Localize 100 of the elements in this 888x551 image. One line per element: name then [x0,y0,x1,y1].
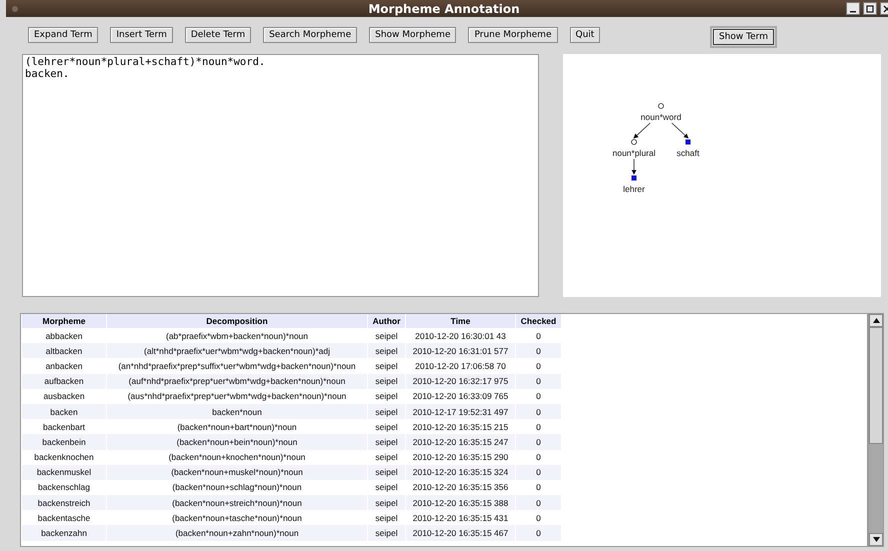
editor-line: (lehrer*noun*plural+schaft)*noun*word. [25,56,266,68]
table-cell-text: 0 [535,481,542,494]
toolbar-button[interactable]: Expand Term [28,26,98,42]
table-cell-text: 0 [535,390,542,404]
window-title: Morpheme Annotation [368,2,520,16]
table-cell: 0 [516,343,561,358]
table-cell-text: 2010-12-20 16:35:15 215 [412,420,510,434]
table-cell-text: 2010-12-20 16:35:15 431 [412,512,510,525]
table-cell: (backen*noun+streich*noun)*noun [107,495,367,510]
node-label: noun*plural [612,148,656,158]
toolbar-button[interactable]: Insert Term [110,26,173,42]
table-cell-text: (an*nhd*praefix*prep*suffix*uer*wbm*wdg+backen*noun)*noun [117,360,357,373]
table-cell-text: 0 [535,360,542,373]
table-cell: 0 [516,525,561,541]
table-cell: 2010-12-20 16:35:15 324 [406,464,515,480]
table-cell: seipel [368,343,405,358]
table-cell-text: 0 [535,330,542,343]
table-cell: aufbacken [22,374,106,389]
table-cell-text: 0 [535,512,542,525]
leaf-node [686,140,690,144]
toolbar-button[interactable]: Delete Term [184,26,252,42]
text-editor[interactable]: (lehrer*noun*plural+schaft)*noun*word. backen. [22,54,539,297]
table-cell-text: abbacken [44,330,84,343]
table-cell: backenbein [22,434,106,450]
scroll-up-icon[interactable] [869,314,883,327]
table-cell: (auf*nhd*praefix*prep*uer*wbm*wdg+backen*noun)*noun [107,374,367,389]
table-cell-text: 2010-12-20 16:30:01 43 [414,330,507,343]
table-cell: 0 [516,495,561,510]
table-cell-text: (backen*noun+tasche*noun)*noun [171,512,303,525]
editor-line: backen. [25,68,70,80]
node-label: noun*word [640,112,682,122]
table-cell-text: 0 [535,420,542,434]
table-cell-text: seipel [374,360,399,373]
table-cell: backenmuskel [22,464,106,480]
table-cell: (backen*noun+muskel*noun)*noun [107,464,367,480]
table-cell-text: (aus*nhd*praefix*prep*uer*wbm*wdg+backen*noun)*noun [126,390,348,404]
scrollbar[interactable] [868,313,884,547]
toolbar-button[interactable]: Quit [570,26,600,42]
table-cell: 2010-12-20 16:35:15 247 [406,434,515,450]
minimize-icon[interactable] [846,2,860,15]
table-cell-text: seipel [374,390,399,404]
tree-edge [632,158,636,175]
toolbar-button[interactable]: Prune Morpheme [468,26,558,42]
leaf-node [632,176,636,180]
table-cell-text: anbacken [44,360,84,373]
table-cell: 0 [516,404,561,420]
table-cell-text: backenschlag [37,481,91,494]
table-cell: altbacken [22,343,106,358]
table-cell-text: backentasche [36,512,92,525]
table-cell-text: seipel [374,481,399,494]
table-cell: seipel [368,464,405,480]
table-cell-text: 2010-12-20 16:35:15 356 [412,481,510,494]
table-cell-text: seipel [374,451,399,464]
table-cell: 0 [516,434,561,450]
table-cell-text: seipel [374,330,399,343]
table-cell-text: (backen*noun+knochen*noun)*noun [168,451,306,464]
table-cell-text: seipel [374,420,399,434]
table-cell: seipel [368,495,405,510]
scroll-thumb[interactable] [869,327,883,444]
column-header[interactable]: Checked [516,314,561,328]
table-cell: 2010-12-20 16:32:17 975 [406,374,515,389]
table-cell-text: (backen*noun+schlag*noun)*noun [171,481,303,494]
tree-edge [671,122,689,139]
toolbar-button[interactable]: Show Morpheme [369,26,456,42]
show-term-button[interactable]: Show Term [713,29,774,45]
scroll-down-icon[interactable] [869,533,883,546]
table-cell: (alt*nhd*praefix*uer*wbm*wdg+backen*noun)*adj [107,343,367,358]
table-cell: 2010-12-20 16:35:15 467 [406,525,515,541]
column-header[interactable]: Author [368,314,405,328]
table-cell: backenstreich [22,495,106,510]
column-header[interactable]: Time [406,314,515,328]
table-cell: seipel [368,404,405,420]
column-header[interactable]: Morpheme [22,314,106,328]
table-cell: seipel [368,525,405,541]
table-cell: 2010-12-20 16:31:01 577 [406,343,515,358]
table-cell: 2010-12-17 19:52:31 497 [406,404,515,420]
table-cell-text: 2010-12-20 16:35:15 290 [412,451,510,464]
table-cell: seipel [368,374,405,389]
tree-node [658,103,664,109]
table-cell-text: (ab*praefix*wbm+backen*noun)*noun [165,330,309,343]
tree-node [631,139,637,145]
table-cell: backen [22,404,106,420]
node-label: lehrer [623,184,645,194]
table-cell: (backen*noun+zahn*noun)*noun [107,525,367,541]
column-header[interactable]: Decomposition [107,314,367,328]
table-cell: backenzahn [22,525,106,541]
maximize-icon[interactable] [863,2,877,15]
table-cell-text: (backen*noun+bart*noun)*noun [176,420,298,434]
table-cell-text: ausbacken [42,390,86,404]
table-cell: (backen*noun+bein*noun)*noun [107,434,367,450]
tree-edge [633,122,651,139]
table-cell-text: backenknochen [33,451,95,464]
table-cell-text: 0 [535,451,542,464]
node-label: schaft [676,148,700,158]
table-cell-text: 2010-12-20 17:06:58 70 [414,360,507,373]
table-cell: 0 [516,374,561,389]
table-cell-text: seipel [374,512,399,525]
toolbar-button[interactable]: Search Morpheme [263,26,358,42]
table-cell-text: backenbart [42,420,86,434]
table-cell: 0 [516,464,561,480]
